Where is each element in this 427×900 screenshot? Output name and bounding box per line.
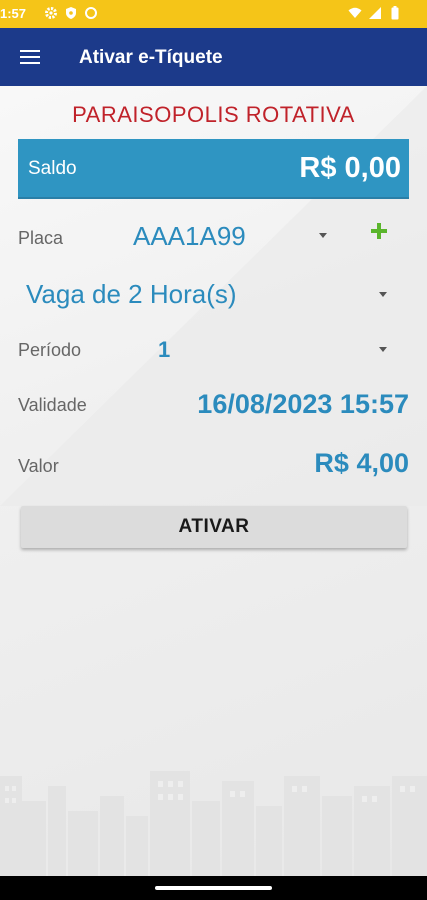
battery-icon <box>391 6 399 20</box>
vaga-value: Vaga de 2 Hora(s) <box>26 279 237 309</box>
validade-value: 16/08/2023 15:57 <box>197 389 409 419</box>
saldo-value: R$ 0,00 <box>299 152 401 184</box>
city-skyline-illustration <box>0 771 427 876</box>
status-bar: 1:57 <box>0 0 427 28</box>
saldo-label: Saldo <box>28 158 77 179</box>
circle-icon <box>85 7 97 19</box>
main-content: PARAISOPOLIS ROTATIVA Saldo R$ 0,00 Plac… <box>0 86 427 876</box>
placa-label: Placa <box>18 228 64 248</box>
gear-icon <box>45 7 57 19</box>
shield-icon <box>66 7 76 19</box>
app-bar: Ativar e-Tíquete <box>0 28 427 86</box>
valor-value: R$ 4,00 <box>314 448 409 478</box>
validade-label: Validade <box>18 395 87 415</box>
chevron-down-icon <box>319 233 327 238</box>
home-gesture-bar[interactable] <box>155 886 272 890</box>
saldo-panel: Saldo R$ 0,00 <box>18 139 409 199</box>
system-navigation-bar <box>0 876 427 900</box>
valor-label: Valor <box>18 456 59 476</box>
ativar-button[interactable]: ATIVAR <box>21 506 407 548</box>
plus-icon[interactable] <box>366 218 392 244</box>
wifi-icon <box>348 7 362 18</box>
chevron-down-icon <box>379 292 387 297</box>
page-title: Ativar e-Tíquete <box>79 47 223 68</box>
signal-icon <box>369 7 381 19</box>
organization-title: PARAISOPOLIS ROTATIVA <box>72 102 355 127</box>
chevron-down-icon <box>379 347 387 352</box>
periodo-label: Período <box>18 340 82 360</box>
periodo-value: 1 <box>158 337 171 362</box>
placa-value: AAA1A99 <box>133 221 246 251</box>
status-time: 1:57 <box>0 6 27 21</box>
hamburger-menu-icon[interactable] <box>14 42 48 72</box>
